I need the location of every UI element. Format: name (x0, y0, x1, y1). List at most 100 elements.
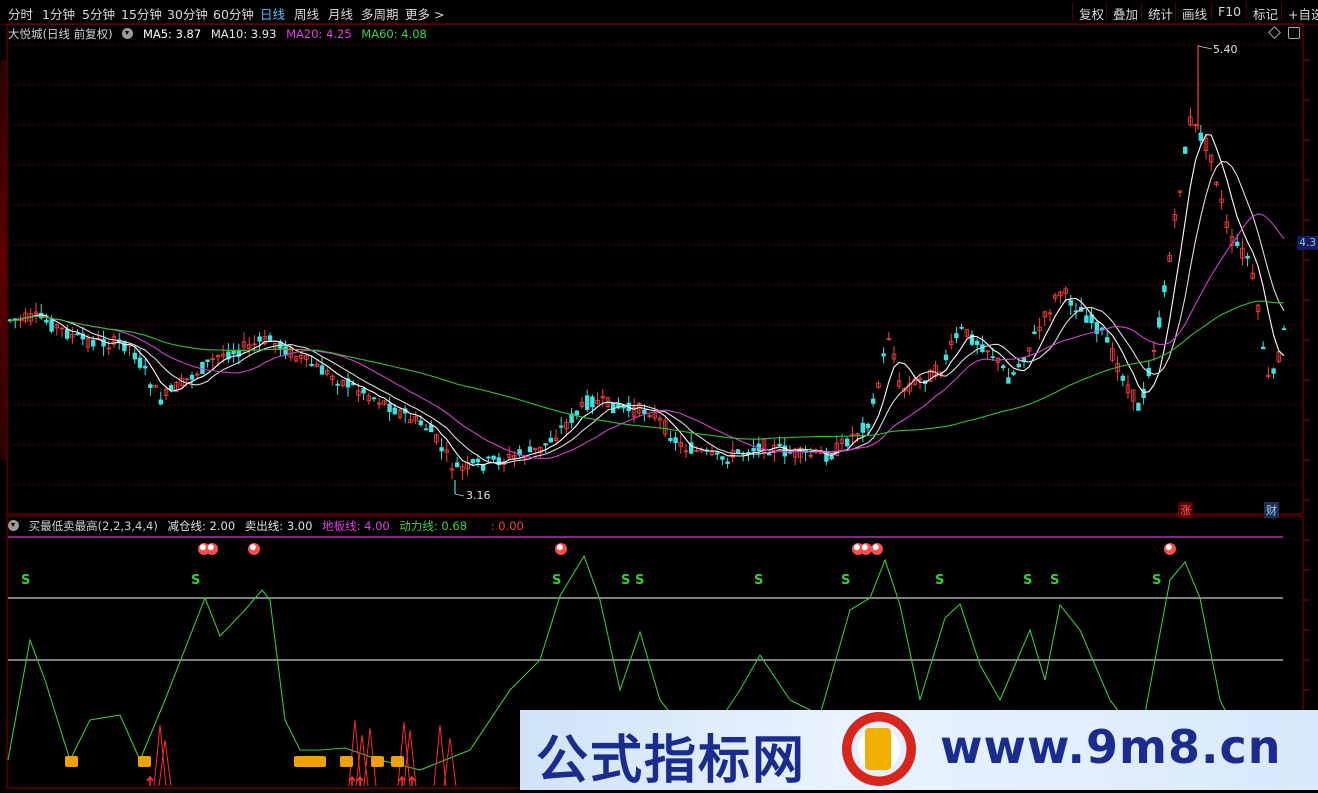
candle-body (267, 335, 273, 341)
candle-body (148, 384, 153, 388)
cai-badge[interactable]: 财 (1264, 502, 1279, 518)
candle-body (231, 350, 236, 355)
window-toggle-icon[interactable] (1288, 27, 1300, 39)
chevron-down-icon[interactable] (122, 28, 134, 39)
ma10-line (9, 160, 1285, 465)
candle-body (319, 365, 325, 375)
candle-body (309, 363, 314, 367)
candle-body (548, 437, 553, 443)
indicator-legend: 买最低卖最高(2,2,3,4,4) 减仓线: 2.00 卖出线: 3.00 地板… (8, 518, 530, 534)
candle-body (990, 356, 995, 359)
candle-body (725, 461, 730, 464)
candle-body (767, 453, 772, 456)
s-signal-marker: S (21, 573, 31, 588)
candle-body (881, 353, 886, 357)
candle-body (1136, 402, 1141, 411)
candle-body (1245, 255, 1250, 259)
candle-body (543, 443, 548, 446)
candle-body (101, 338, 106, 347)
s-signal-marker: S (935, 573, 945, 588)
low-pointer (454, 493, 465, 497)
ma10-label: MA10: 3.93 (210, 27, 277, 41)
candle-body (1162, 285, 1167, 293)
s-signal-marker: S (1152, 573, 1162, 588)
candle-body (720, 456, 725, 460)
extra-value-label: : 0.00 (490, 519, 524, 533)
ma20-line (9, 213, 1285, 460)
candle-body (257, 336, 262, 342)
candle-body (137, 357, 143, 368)
indicator-title: 买最低卖最高(2,2,3,4,4) (28, 519, 158, 533)
candle-body (1183, 146, 1188, 154)
candle-body (75, 333, 80, 336)
s-signal-marker: S (635, 573, 645, 588)
s-signal-marker: S (191, 573, 201, 588)
watermark-url: www.9m8.cn (940, 720, 1282, 774)
pill-icon (1164, 543, 1176, 555)
pill-icon (248, 543, 260, 555)
candle-body (954, 333, 959, 339)
candle-body (91, 340, 96, 347)
s-signal-marker: S (1050, 573, 1060, 588)
candle-body (668, 438, 673, 441)
candle-body (371, 397, 377, 400)
candle-body (715, 452, 720, 455)
kline-chart[interactable] (0, 0, 1318, 790)
candle-body (200, 361, 205, 374)
candle-body (590, 396, 595, 408)
candle-body (132, 352, 137, 360)
ma60-label: MA60: 4.08 (361, 27, 427, 41)
candle-body (428, 424, 434, 433)
diban-label: 地板线: 4.00 (322, 519, 390, 533)
candle-body (1120, 375, 1125, 381)
candle-body (777, 443, 782, 447)
candle-body (1157, 317, 1162, 328)
jiancang-label: 减仓线: 2.00 (167, 519, 236, 533)
zhang-badge[interactable]: 涨 (1178, 502, 1193, 518)
candle-body (158, 399, 163, 405)
candle-body (845, 438, 850, 447)
candle-body (189, 374, 195, 380)
candle-body (49, 319, 54, 332)
buy-label-icon (138, 756, 151, 767)
pill-icon (555, 543, 567, 555)
candle-body (470, 459, 475, 464)
candle-body (1235, 241, 1240, 246)
candle-body (44, 319, 49, 323)
candle-body (735, 449, 741, 454)
candle-body (1011, 372, 1016, 375)
ma5-label: MA5: 3.87 (142, 27, 202, 41)
chevron-down-icon[interactable] (8, 520, 19, 531)
candle-body (205, 359, 210, 362)
candle-body (642, 409, 647, 415)
red-spike (443, 737, 457, 787)
candle-body (959, 326, 964, 329)
up-arrow-icon (356, 775, 364, 786)
s-signal-marker: S (621, 573, 631, 588)
dongli-label: 动力线: 0.68 (399, 519, 468, 533)
candle-body (751, 448, 756, 452)
candle-body (1006, 377, 1011, 384)
red-spike (433, 724, 447, 787)
candle-body (943, 354, 949, 361)
watermark-brand: 公式指标网 (536, 731, 807, 791)
pill-icon (871, 543, 883, 555)
buy-label-icon (313, 756, 326, 767)
candle-body (168, 385, 174, 390)
candle-body (871, 398, 876, 404)
buy-label-icon (391, 756, 404, 767)
candle-body (142, 365, 148, 369)
s-signal-marker: S (754, 573, 764, 588)
candle-body (559, 425, 564, 428)
candle-body (1261, 346, 1266, 350)
candle-body (387, 403, 392, 413)
up-arrow-icon (146, 775, 154, 786)
candle-body (585, 395, 590, 410)
current-price-tag: 4.3 (1297, 236, 1318, 250)
candle-body (829, 455, 834, 460)
candle-body (1032, 331, 1037, 334)
candle-body (1001, 365, 1006, 369)
s-signal-marker: S (1023, 573, 1033, 588)
candle-body (1105, 337, 1110, 343)
main-chart-legend: 大悦城(日线 前复权) MA5: 3.87 MA10: 3.93 MA20: 4… (8, 26, 433, 42)
